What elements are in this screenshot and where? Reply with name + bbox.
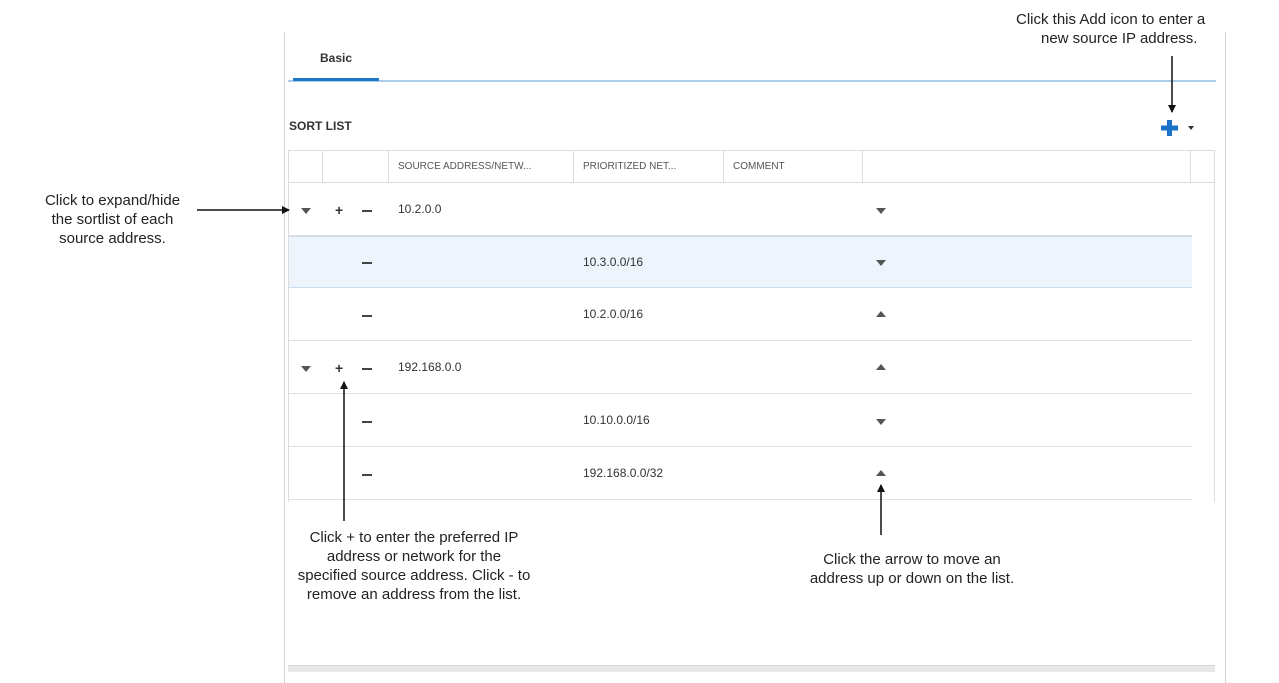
annotation-arrows: [197, 56, 1176, 535]
